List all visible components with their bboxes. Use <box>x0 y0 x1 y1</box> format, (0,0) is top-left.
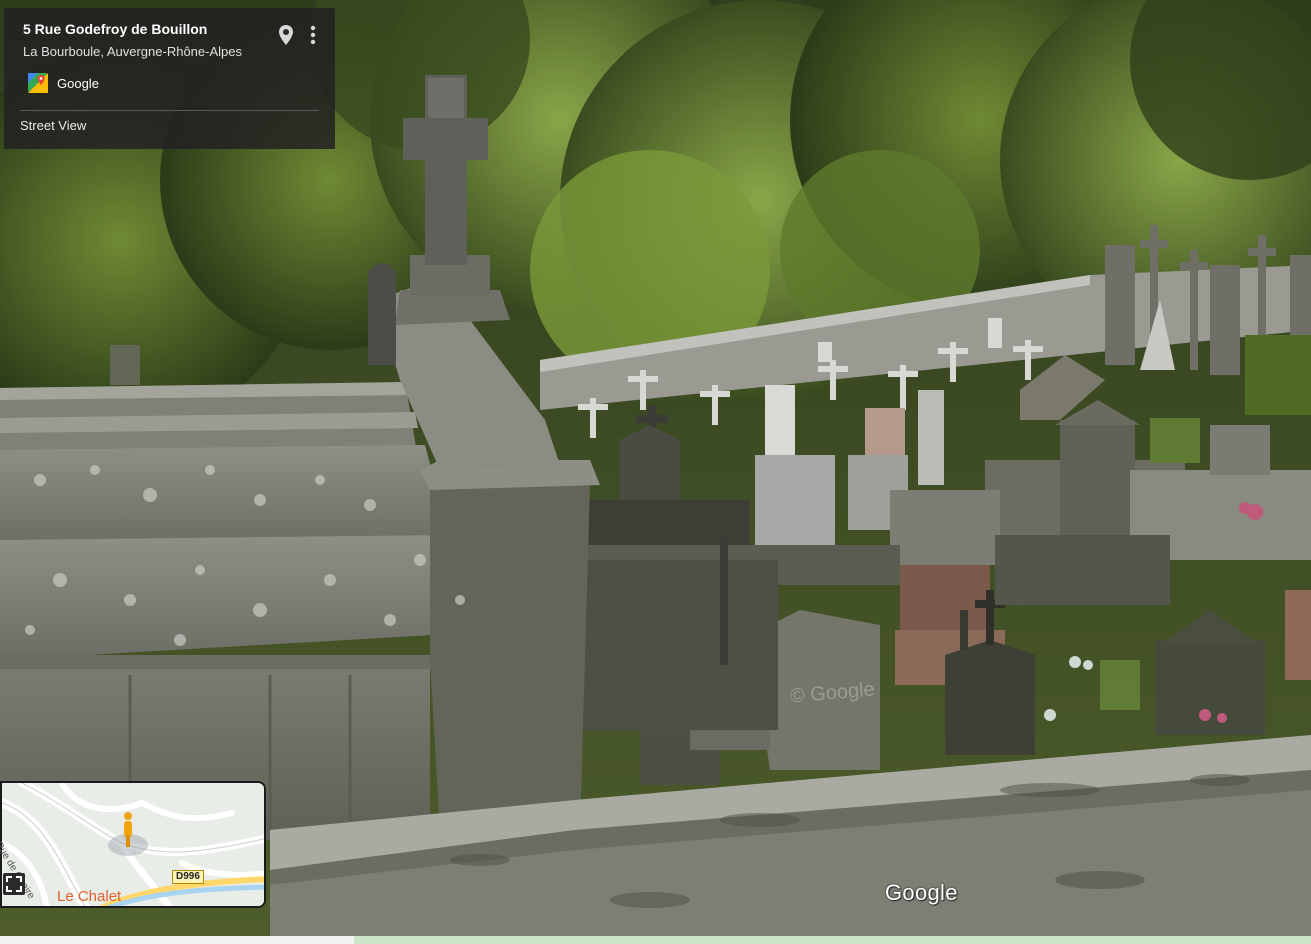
street-view-label[interactable]: Street View <box>20 118 86 133</box>
expand-icon[interactable] <box>3 873 25 895</box>
google-maps-logo <box>27 72 49 94</box>
minimap[interactable] <box>0 781 266 908</box>
pegman-icon[interactable] <box>120 811 136 849</box>
location-pin-icon[interactable] <box>276 22 296 48</box>
info-divider <box>20 110 319 111</box>
google-watermark: Google <box>885 880 958 905</box>
google-brand-label: Google <box>57 75 99 91</box>
taskbar-strip <box>0 936 1311 944</box>
location-info-card: 5 Rue Godefroy de Bouillon La Bourboule,… <box>4 8 335 149</box>
address-title: 5 Rue Godefroy de Bouillon <box>23 21 208 37</box>
route-badge: D996 <box>172 870 204 884</box>
more-vert-icon[interactable] <box>304 22 322 48</box>
google-brand-link[interactable]: Google <box>27 72 99 94</box>
address-subtitle: La Bourboule, Auvergne-Rhône-Alpes <box>23 44 242 59</box>
place-label: Le Chalet <box>57 888 122 905</box>
